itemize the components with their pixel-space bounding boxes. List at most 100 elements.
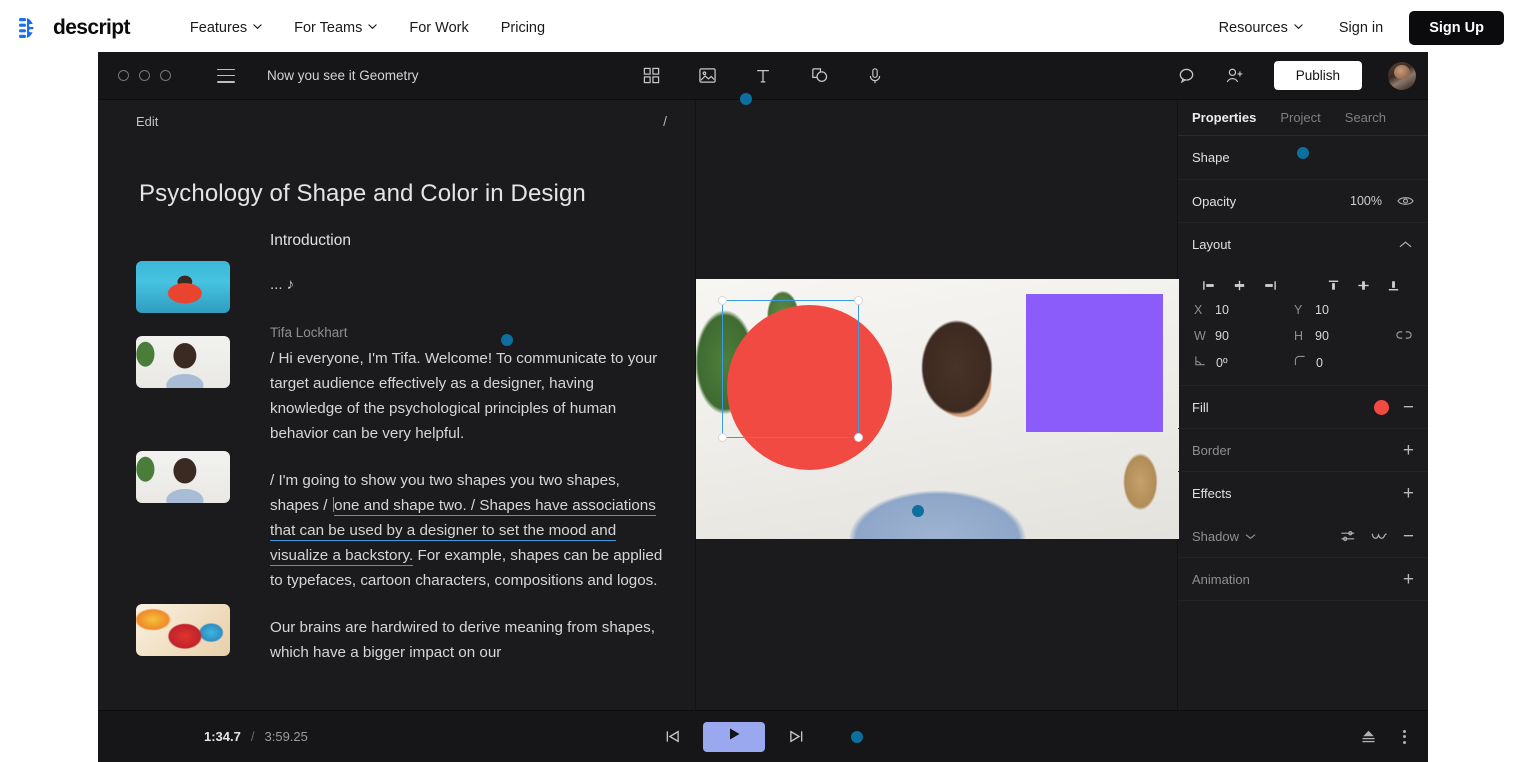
chevron-down-icon	[253, 22, 262, 31]
image-icon[interactable]	[694, 63, 720, 89]
link-aspect-ratio-icon[interactable]	[1396, 327, 1412, 345]
width-field[interactable]: W 90	[1194, 329, 1294, 343]
collab-cursor-dot-document[interactable]	[501, 334, 513, 346]
resize-handle-bottom-left[interactable]	[718, 433, 727, 442]
height-field[interactable]: H 90	[1294, 329, 1394, 343]
toolbar-insert-tools	[638, 63, 888, 89]
person-smiling-thumbnail[interactable]	[136, 451, 230, 503]
align-right-icon[interactable]	[1254, 276, 1284, 294]
resize-handle-top-right[interactable]	[854, 296, 863, 305]
avatar[interactable]	[1388, 61, 1416, 90]
add-border-button[interactable]: +	[1403, 441, 1414, 460]
grid-icon[interactable]	[638, 63, 664, 89]
project-title[interactable]: Now you see it Geometry	[267, 68, 419, 83]
opacity-value[interactable]: 100%	[1350, 194, 1382, 208]
rotation-field[interactable]: 0º	[1194, 355, 1294, 370]
nav-item-sign-in[interactable]: Sign in	[1321, 12, 1401, 44]
collab-cursor-dot-properties[interactable]	[1297, 147, 1309, 159]
align-center-horizontal-icon[interactable]	[1224, 276, 1254, 294]
fill-row: Fill −	[1178, 386, 1428, 429]
descript-app-window: Now you see it Geometry Publish Edit / P…	[98, 52, 1428, 762]
effects-label: Effects	[1192, 486, 1232, 501]
transcript-paragraph-1[interactable]: / Hi everyone, I'm Tifa. Welcome! To com…	[270, 346, 665, 446]
skip-previous-icon[interactable]	[663, 728, 681, 746]
script-body: Introduction ... ♪ Tifa Lockhart / Hi ev…	[98, 208, 695, 687]
animation-label: Animation	[1192, 571, 1250, 587]
publish-button[interactable]: Publish	[1273, 61, 1362, 90]
add-effect-button[interactable]: +	[1403, 484, 1414, 503]
hamburger-icon[interactable]	[217, 68, 235, 83]
position-fields: X 10 Y 10	[1178, 298, 1428, 322]
speaker-name: Tifa Lockhart	[270, 325, 348, 340]
square-shape[interactable]	[1026, 294, 1163, 432]
tab-search[interactable]: Search	[1345, 110, 1386, 125]
collab-cursor-dot-canvas-top[interactable]	[740, 93, 752, 105]
x-value[interactable]: 10	[1215, 303, 1229, 317]
video-canvas-pane[interactable]	[695, 93, 1179, 710]
transcript-paragraph-3[interactable]: Our brains are hardwired to derive meani…	[270, 615, 665, 665]
comment-icon[interactable]	[1174, 63, 1200, 89]
skip-next-icon[interactable]	[787, 728, 805, 746]
resize-handle-bottom-right[interactable]	[854, 433, 863, 442]
y-field[interactable]: Y 10	[1294, 303, 1394, 317]
shadow-settings-icon[interactable]	[1339, 527, 1357, 545]
more-options-icon[interactable]	[1403, 729, 1406, 744]
document-scroll-area[interactable]: Psychology of Shape and Color in Design	[98, 142, 695, 710]
nav-item-features[interactable]: Features	[174, 12, 278, 44]
x-field[interactable]: X 10	[1194, 303, 1294, 317]
shape-selection-box[interactable]	[718, 296, 863, 442]
align-top-icon[interactable]	[1318, 276, 1348, 294]
corner-radius-value[interactable]: 0	[1316, 356, 1323, 370]
text-icon[interactable]	[750, 63, 776, 89]
height-value[interactable]: 90	[1315, 329, 1329, 343]
remove-shadow-button[interactable]: −	[1403, 527, 1414, 546]
nav-item-for-work[interactable]: For Work	[393, 12, 484, 44]
y-value[interactable]: 10	[1315, 303, 1329, 317]
transcript-paragraph-2[interactable]: / I'm going to show you two shapes you t…	[270, 468, 665, 593]
window-maximize-button[interactable]	[160, 70, 171, 81]
edit-mode-label[interactable]: Edit	[136, 114, 158, 129]
abstract-art-thumbnail[interactable]	[136, 604, 230, 656]
nav-item-for-teams[interactable]: For Teams	[278, 12, 393, 44]
align-bottom-icon[interactable]	[1378, 276, 1408, 294]
collab-cursor-dot-canvas-bottom[interactable]	[912, 505, 924, 517]
nav-item-resources[interactable]: Resources	[1201, 12, 1321, 44]
microphone-icon[interactable]	[862, 63, 888, 89]
add-animation-button[interactable]: +	[1403, 570, 1414, 589]
pool-selfie-thumbnail[interactable]	[136, 261, 230, 313]
corner-radius-field[interactable]: 0	[1294, 355, 1394, 370]
properties-panel: Properties Project Search Shape Opacity …	[1178, 100, 1428, 710]
nav-item-pricing[interactable]: Pricing	[485, 12, 561, 44]
tab-project[interactable]: Project	[1280, 110, 1320, 125]
shadow-chevron-down-icon[interactable]	[1245, 527, 1257, 545]
add-person-icon[interactable]	[1222, 63, 1248, 89]
fill-color-swatch[interactable]	[1373, 399, 1389, 415]
shadow-preview-icon[interactable]	[1371, 527, 1389, 545]
resize-handle-top-left[interactable]	[718, 296, 727, 305]
export-icon[interactable]	[1359, 728, 1377, 746]
current-time[interactable]: 1:34.7	[204, 729, 241, 744]
alignment-toolbar	[1178, 266, 1428, 298]
slash-command-hint[interactable]: /	[663, 113, 667, 129]
chevron-up-icon[interactable]	[1396, 236, 1414, 254]
align-left-icon[interactable]	[1194, 276, 1224, 294]
video-preview-frame[interactable]	[696, 279, 1179, 539]
corner-radius-icon	[1294, 355, 1307, 370]
descript-brand[interactable]: descript	[18, 15, 131, 41]
align-center-vertical-icon[interactable]	[1348, 276, 1378, 294]
shapes-icon[interactable]	[806, 63, 832, 89]
window-close-button[interactable]	[118, 70, 129, 81]
width-value[interactable]: 90	[1215, 329, 1229, 343]
tab-properties[interactable]: Properties	[1192, 110, 1256, 125]
rotation-value[interactable]: 0º	[1216, 356, 1228, 370]
height-key: H	[1294, 329, 1304, 343]
sign-up-button[interactable]: Sign Up	[1409, 11, 1504, 45]
remove-fill-button[interactable]: −	[1403, 398, 1414, 417]
play-button[interactable]	[703, 721, 765, 752]
collab-cursor-dot-timeline[interactable]	[851, 730, 863, 743]
layout-header-row[interactable]: Layout	[1178, 223, 1428, 266]
shadow-label[interactable]: Shadow	[1192, 529, 1239, 544]
window-minimize-button[interactable]	[139, 70, 150, 81]
person-waving-thumbnail[interactable]	[136, 336, 230, 388]
eye-icon[interactable]	[1396, 192, 1414, 210]
